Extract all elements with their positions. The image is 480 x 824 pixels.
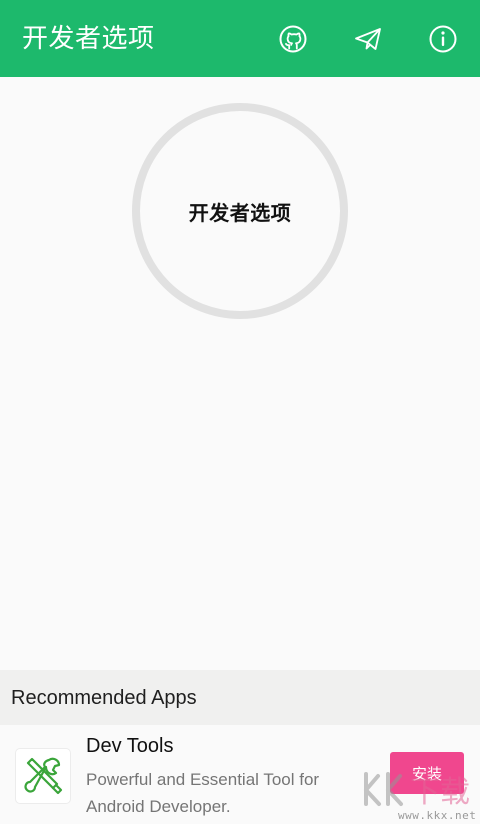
recommended-app-item[interactable]: Dev Tools Powerful and Essential Tool fo… — [0, 725, 480, 824]
recommended-apps-title: Recommended Apps — [11, 687, 197, 709]
app-title: 开发者选项 — [22, 24, 155, 54]
install-button[interactable]: 安装 — [390, 752, 464, 794]
toggle-label: 开发者选项 — [188, 200, 292, 225]
github-icon — [279, 25, 307, 53]
wrench-screwdriver-icon — [16, 749, 70, 803]
info-button[interactable] — [427, 23, 459, 55]
app-description: Powerful and Essential Tool for Android … — [86, 770, 320, 816]
app-toolbar: 开发者选项 — [0, 0, 480, 77]
developer-options-toggle[interactable]: 开发者选项 — [132, 103, 348, 319]
telegram-button[interactable] — [352, 23, 384, 55]
paper-plane-icon — [355, 28, 381, 50]
main-content: 开发者选项 — [0, 77, 480, 670]
app-name: Dev Tools — [86, 735, 174, 757]
github-button[interactable] — [277, 23, 309, 55]
recommended-apps-header: Recommended Apps — [0, 670, 480, 725]
info-icon — [429, 25, 457, 53]
